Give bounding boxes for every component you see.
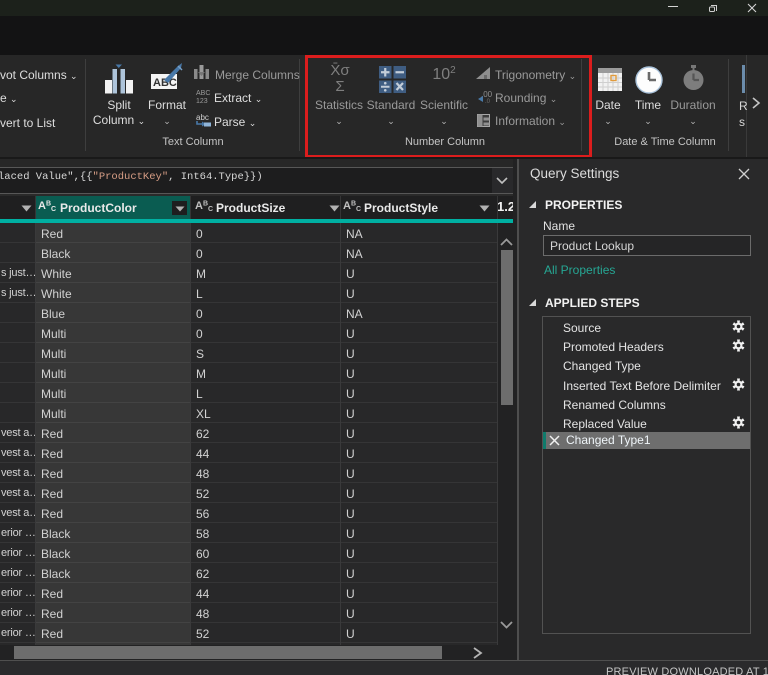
svg-text:abc: abc — [196, 113, 209, 122]
svg-text:ABC: ABC — [196, 90, 210, 97]
svg-text:123: 123 — [196, 98, 208, 103]
svg-text:ABC: ABC — [153, 77, 177, 89]
